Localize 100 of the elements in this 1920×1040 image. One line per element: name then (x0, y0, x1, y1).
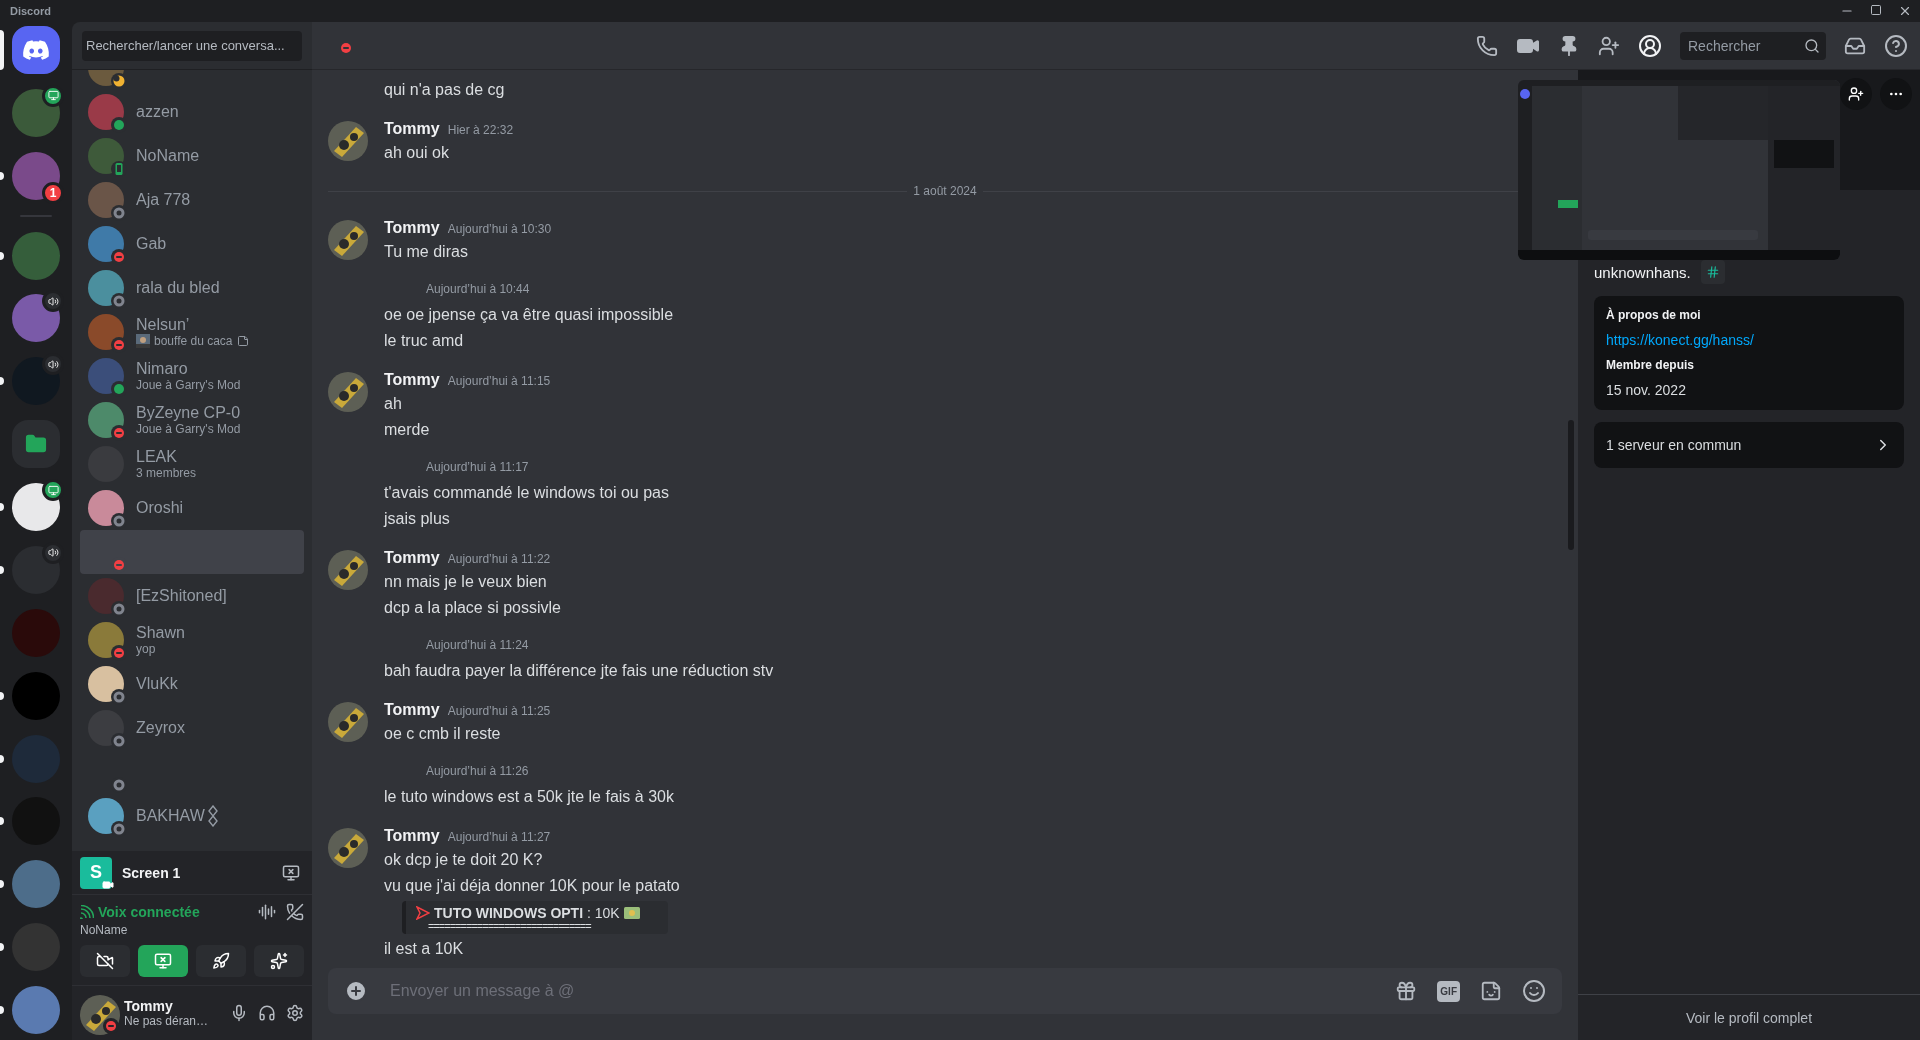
dm-avatar-button[interactable]: 1 (12, 151, 60, 200)
dm-name: Aja 778 (136, 191, 191, 209)
search-field[interactable]: Rechercher/lancer une conversa... (82, 30, 302, 61)
dm-name: VluKk (136, 675, 178, 693)
dm-item[interactable]: Oroshi (80, 486, 304, 530)
camera-off-icon (96, 952, 114, 970)
dm-subtitle: 3 membres (136, 466, 197, 480)
soundboard-icon (270, 952, 288, 970)
message-timestamp: Hier à 22:32 (447, 123, 514, 137)
dm-name: Zeyrox (136, 719, 185, 737)
voice-control-button[interactable] (254, 945, 304, 977)
voice-control-button[interactable] (80, 945, 130, 977)
voice-control-button[interactable] (196, 945, 246, 977)
message-text: ok dcp je te doit 20 K? (384, 850, 544, 870)
help-icon[interactable] (1884, 33, 1908, 58)
home-button[interactable] (12, 26, 60, 74)
dm-item[interactable]: ByZeyne CP-0 Joue à Garry's Mod (80, 398, 304, 442)
dm-subtitle: Joue à Garry's Mod (136, 422, 241, 436)
gift-icon[interactable] (1395, 980, 1418, 1002)
search-field[interactable]: Rechercher (1680, 31, 1826, 60)
call-icon[interactable] (1476, 34, 1498, 57)
dm-item[interactable]: Nelsun’ bouffe du caca (80, 310, 304, 354)
maximize-icon[interactable] (1870, 4, 1882, 16)
message-timestamp: Aujourd’hui à 11:25 (447, 704, 551, 718)
app-title: Discord (10, 5, 51, 17)
full-profile-link[interactable]: Voir le profil complet (1685, 1009, 1813, 1026)
add-friend-icon[interactable] (1598, 34, 1620, 57)
message-text: dcp a la place si possivle (384, 598, 562, 618)
message-text: bah faudra payer la différence jte fais une réduction stv (384, 661, 775, 681)
profile-icon[interactable] (1638, 33, 1662, 58)
dm-name: [EzShitoned] (136, 587, 227, 605)
dm-name: LEAK (136, 448, 177, 466)
message-text: oe oe jpense ça va être quasi impossible (384, 305, 675, 325)
app-icon: S (80, 856, 112, 889)
avatar (328, 702, 368, 742)
date-divider: 1 août 2024 (912, 184, 978, 198)
close-icon[interactable] (1898, 4, 1912, 18)
server-folder[interactable] (12, 420, 60, 469)
settings-icon[interactable] (286, 1004, 304, 1022)
dm-item[interactable]: Aja 778 (80, 178, 304, 222)
user-name: Tommy (124, 998, 174, 1014)
dm-item[interactable]: Nimaro Joue à Garry's Mod (80, 354, 304, 398)
message-timestamp: Aujourd’hui à 11:24 (426, 638, 529, 652)
embed-rule-text: ============================== (428, 921, 592, 932)
add-attachment-icon[interactable] (344, 979, 368, 1003)
note-icon (236, 335, 249, 347)
message-field[interactable]: Envoyer un message à @ GIF (328, 968, 1562, 1014)
avatar (328, 220, 368, 260)
scrollbar-thumb[interactable] (1568, 420, 1574, 550)
dm-item[interactable]: NoName (80, 134, 304, 178)
dm-name: Nelsun’ (136, 316, 190, 334)
noise-suppression-icon[interactable] (258, 903, 276, 921)
dm-item[interactable]: VluKk (80, 662, 304, 706)
search-icon (1804, 37, 1820, 54)
message-timestamp: Aujourd’hui à 10:44 (426, 282, 530, 296)
server-icon[interactable] (12, 483, 60, 531)
message-author: Tommy (384, 549, 440, 567)
dm-name: NoName (136, 147, 200, 165)
mutual-servers-button[interactable]: 1 serveur en commun (1594, 422, 1904, 468)
message-timestamp: Aujourd’hui à 11:27 (447, 830, 551, 844)
headphones-icon[interactable] (258, 1004, 276, 1022)
emoji-icon[interactable] (1522, 979, 1546, 1003)
message-text: le tuto windows est a 50k jte le fais à 30k (384, 787, 675, 807)
voice-channel: NoName (80, 923, 129, 937)
message-text: ah oui ok (384, 143, 450, 163)
screen-share-icon (154, 952, 172, 970)
dm-subtitle: bouffe du caca (154, 334, 233, 348)
dm-item[interactable]: azzen (80, 90, 304, 134)
dm-avatar-button[interactable] (12, 88, 60, 137)
profile-badge[interactable] (1700, 260, 1725, 284)
dm-name: azzen (136, 103, 179, 121)
dm-name: Oroshi (136, 499, 184, 517)
sticker-icon[interactable] (1480, 980, 1502, 1002)
message-input[interactable]: Envoyer un message à @ (388, 981, 1376, 1001)
embed-title: TUTO WINDOWS OPTI : 10K (434, 905, 620, 921)
gif-button[interactable]: GIF (1437, 980, 1460, 1002)
stop-stream-icon[interactable] (282, 863, 300, 882)
message-author: Tommy (384, 701, 440, 719)
mention-count: 1 (42, 181, 64, 204)
dm-subtitle: Joue à Garry's Mod (136, 378, 241, 392)
dm-item[interactable]: Zeyrox (80, 706, 304, 750)
disconnect-icon[interactable] (286, 903, 304, 921)
search-input[interactable]: Rechercher (1686, 36, 1804, 55)
dm-item[interactable]: [EzShitoned] (80, 574, 304, 618)
dm-subtitle: yop (136, 642, 156, 656)
dm-name: rala du bled (136, 279, 220, 297)
message-text: merde (384, 420, 431, 440)
dm-item[interactable]: Shawn yop (80, 618, 304, 662)
dm-item[interactable]: LEAK 3 membres (80, 442, 304, 486)
message-timestamp: Aujourd’hui à 10:30 (447, 222, 552, 236)
profile-link[interactable]: https://konect.gg/hanss/ (1606, 332, 1892, 348)
message-text: jsais plus (384, 509, 451, 529)
dm-name: Shawn (136, 624, 185, 642)
microphone-icon[interactable] (230, 1004, 248, 1022)
dm-name: Nimaro (136, 360, 188, 378)
signal-icon (80, 905, 94, 919)
add-friend-button[interactable] (1840, 78, 1872, 110)
dm-item[interactable]: Gab (80, 222, 304, 266)
dm-item[interactable]: BAKHAW (80, 794, 304, 838)
dm-item[interactable]: rala du bled (80, 266, 304, 310)
